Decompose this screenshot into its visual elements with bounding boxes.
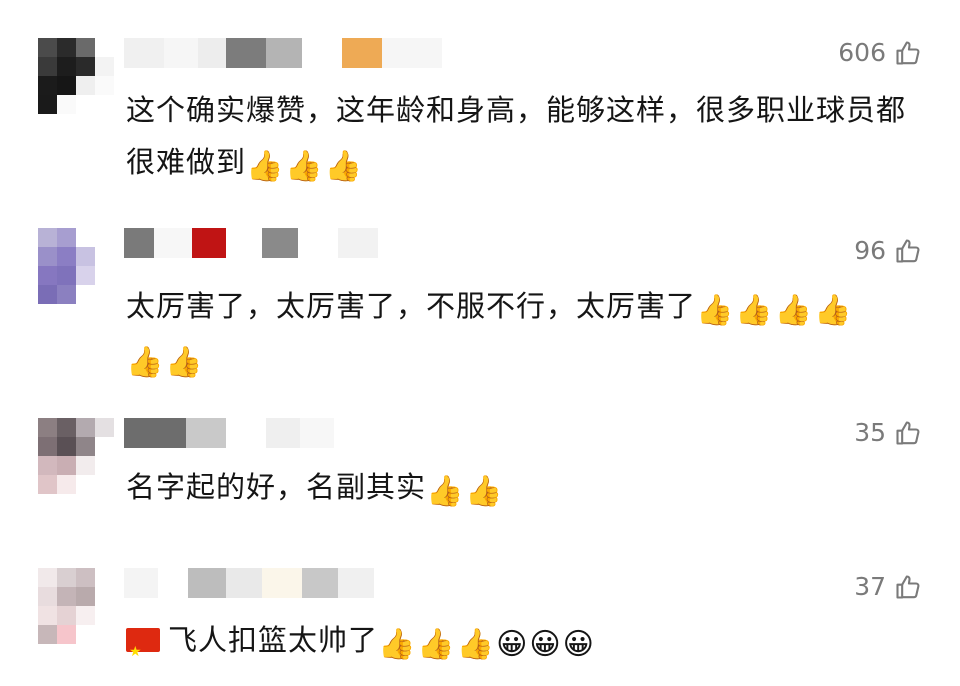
avatar[interactable] bbox=[38, 228, 114, 304]
grinning-emoji: 😀 bbox=[529, 627, 562, 662]
thumbs-up-emoji: 👍 bbox=[426, 474, 465, 509]
thumbs-up-emoji: 👍 bbox=[126, 345, 165, 380]
comment-text: 这个确实爆赞，这年龄和身高，能够这样，很多职业球员都很难做到👍👍👍 bbox=[126, 93, 907, 184]
like-control[interactable]: 37 bbox=[854, 572, 922, 601]
username-blurred[interactable] bbox=[124, 38, 442, 68]
comment-text: 太厉害了，太厉害了，不服不行，太厉害了👍👍👍👍 👍👍 bbox=[126, 289, 853, 380]
thumbs-up-emoji: 👍 bbox=[735, 293, 774, 328]
like-control[interactable]: 35 bbox=[854, 418, 922, 447]
thumbs-up-emoji: 👍 bbox=[814, 293, 853, 328]
like-count: 37 bbox=[854, 572, 886, 601]
grinning-emoji: 😀 bbox=[496, 627, 529, 662]
thumbs-up-outline-icon[interactable] bbox=[894, 39, 922, 67]
comment-text: 名字起的好，名副其实👍👍 bbox=[126, 470, 504, 509]
username-blurred[interactable] bbox=[124, 228, 378, 258]
thumbs-up-outline-icon[interactable] bbox=[894, 237, 922, 265]
thumbs-up-emoji: 👍 bbox=[378, 627, 417, 662]
thumbs-up-emoji: 👍 bbox=[417, 627, 456, 662]
grinning-emoji: 😀 bbox=[562, 627, 595, 662]
avatar[interactable] bbox=[38, 418, 114, 494]
thumbs-up-emoji: 👍 bbox=[285, 149, 324, 184]
like-count: 35 bbox=[854, 418, 886, 447]
like-count: 606 bbox=[838, 38, 886, 67]
thumbs-up-outline-icon[interactable] bbox=[894, 573, 922, 601]
thumbs-up-emoji: 👍 bbox=[774, 293, 814, 328]
thumbs-up-emoji: 👍 bbox=[246, 149, 285, 184]
thumbs-up-emoji: 👍 bbox=[324, 149, 364, 184]
comment-text: 飞人扣篮太帅了👍👍👍😀😀😀 bbox=[126, 614, 924, 678]
like-control[interactable]: 606 bbox=[838, 38, 922, 67]
thumbs-up-emoji: 👍 bbox=[456, 627, 496, 662]
china-flag-icon bbox=[126, 626, 160, 678]
thumbs-up-outline-icon[interactable] bbox=[894, 419, 922, 447]
like-count: 96 bbox=[854, 236, 886, 265]
avatar[interactable] bbox=[38, 568, 114, 644]
like-control[interactable]: 96 bbox=[854, 236, 922, 265]
thumbs-up-emoji: 👍 bbox=[165, 345, 204, 380]
username-blurred[interactable] bbox=[124, 568, 374, 598]
username-blurred[interactable] bbox=[124, 418, 334, 448]
avatar[interactable] bbox=[38, 38, 114, 114]
thumbs-up-emoji: 👍 bbox=[465, 474, 504, 509]
thumbs-up-emoji: 👍 bbox=[696, 293, 735, 328]
